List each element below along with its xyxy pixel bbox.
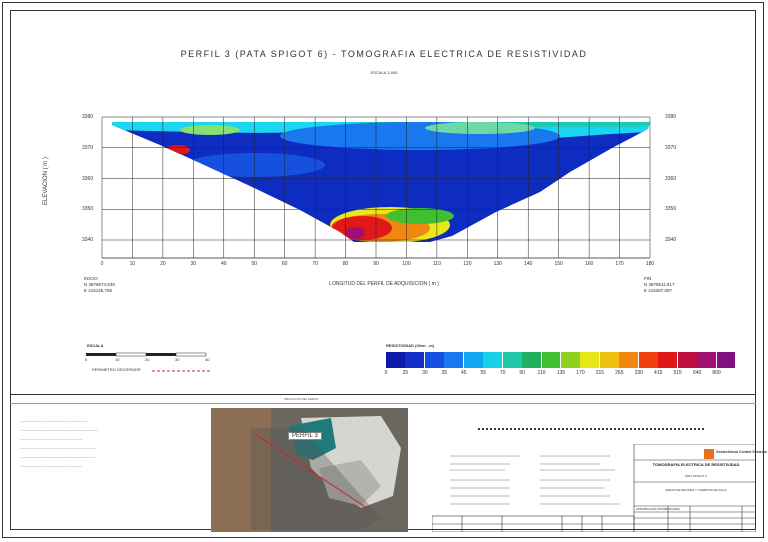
x-tick-label: 70: [312, 261, 318, 267]
colorbar-label: 515: [673, 370, 682, 376]
x-tick-label: 120: [463, 261, 472, 267]
scale-tick-label: 10: [115, 357, 120, 362]
x-tick-label: 30: [190, 261, 197, 267]
y-tick-label: 3370: [82, 144, 94, 151]
profile-label: PERFIL 3: [288, 432, 322, 440]
x-tick-label: 50: [251, 261, 257, 267]
drawing-title: TOMOGRAFIA ELECTRICA DE RESISTIVIDAD: [652, 462, 740, 467]
colorbar-swatch: [677, 352, 698, 368]
x-tick-label: 160: [584, 261, 594, 267]
colorbar-label: 135: [556, 370, 566, 376]
perimeter-legend-label: PERIMETRO GEOSPIDER: [92, 367, 141, 372]
colorbar-swatch: [716, 352, 737, 368]
scale-bar: [86, 352, 207, 357]
x-tick-label: 180: [645, 261, 655, 267]
y-tick-label: 3340: [82, 237, 94, 243]
colorbar-label: 170: [576, 370, 585, 376]
y-tick-label-right: 3360: [665, 175, 677, 182]
light-green-zone: [425, 122, 535, 134]
colorbar-label: 330: [634, 370, 643, 376]
colorbar-label: 30: [422, 370, 428, 376]
colorbar-title: RESISTIVIDAD (Ohm - m): [386, 343, 435, 348]
colorbar-label: 110: [537, 370, 546, 376]
aerial-photo: [211, 408, 408, 532]
scale-tick-label: 30: [175, 357, 180, 362]
company-logo-icon: [704, 449, 714, 459]
colorbar-label: 70: [499, 370, 506, 376]
dotted-reference-line: [478, 428, 706, 430]
scale-tick-label: 20: [145, 357, 150, 362]
colorbar-swatch: [599, 352, 620, 368]
colorbar-label: 25: [402, 370, 409, 376]
colorbar-swatch: [580, 352, 601, 368]
end-coordinates: FIN N 3878511.917 E 216287.097: [644, 276, 674, 294]
scale-title: ESCALA: [87, 343, 104, 348]
colorbar-label: 0: [384, 370, 388, 376]
x-tick-label: 110: [432, 261, 441, 267]
x-tick-label: 90: [373, 261, 379, 267]
y-axis-label: ELEVACION ( m ): [42, 157, 49, 205]
x-tick-label: 140: [524, 261, 533, 267]
colorbar-swatch: [424, 352, 445, 368]
colorbar-swatch: [522, 352, 543, 368]
colorbar-swatch: [697, 352, 718, 368]
colorbar-label: 800: [712, 370, 721, 376]
colorbar-swatch: [638, 352, 659, 368]
x-tick-label: 20: [160, 261, 166, 267]
left-green-zone: [180, 125, 240, 135]
company-name: Geotechnical Control Systems: [716, 450, 767, 454]
x-tick-label: 60: [281, 261, 288, 267]
left-red-spot: [166, 145, 190, 155]
green-band: [386, 208, 454, 224]
y-tick-label-right: 3350: [665, 206, 677, 213]
x-tick-label: 80: [342, 261, 349, 267]
x-tick-label: 170: [615, 261, 624, 267]
colorbar-swatch: [541, 352, 562, 368]
start-coordinates: INICIO N 3878674.939 E 216145.758: [84, 276, 115, 294]
approval-label: APROBACION APROBADORES: [636, 507, 680, 511]
colorbar-swatch: [658, 352, 679, 368]
notes-column: —————————————————————————— —————————————…: [20, 420, 98, 468]
colorbar-swatch: [444, 352, 465, 368]
y-tick-label-right: 3370: [665, 144, 677, 151]
x-tick-label: 10: [129, 261, 136, 267]
colorbar-swatch: [619, 352, 640, 368]
colorbar-swatch: [386, 352, 406, 368]
colorbar-label: 55: [480, 370, 486, 376]
x-tick-label: 150: [554, 261, 563, 267]
x-tick-label: 40: [220, 261, 227, 267]
colorbar-label: 35: [441, 370, 448, 376]
end-east: E 216287.097: [644, 288, 673, 293]
start-east: E 216145.758: [84, 288, 113, 293]
scale-tick-label: 40: [205, 357, 210, 362]
drawing-subtitle: PATA SPIGOT 6: [685, 474, 707, 478]
colorbar-swatch: [483, 352, 504, 368]
y-tick-label: 3360: [82, 175, 94, 182]
x-tick-label: 100: [402, 261, 411, 267]
colorbar-label: 415: [654, 370, 663, 376]
photo-title: UBICACION DEL PERFIL: [284, 397, 319, 401]
colorbar-label: 215: [595, 370, 605, 376]
colorbar-swatch: [405, 352, 426, 368]
scale-tick-label: 0: [85, 357, 88, 362]
colorbar-label: 640: [692, 370, 702, 376]
colorbar-label: 90: [519, 370, 525, 376]
colorbar-swatch: [561, 352, 581, 368]
x-tick-label: 0: [100, 261, 104, 267]
purple-core: [345, 227, 365, 239]
section-divider: [10, 394, 756, 395]
drawing-area: AREAS DE RECREO Y CUERPOS DE AGUA: [665, 488, 727, 492]
blue-band: [185, 153, 325, 177]
colorbar-label: 265: [615, 370, 624, 376]
drawing-sheet: PERFIL 3 (PATA SPIGOT 6) - TOMOGRAFIA EL…: [0, 0, 768, 542]
colorbar-swatch: [502, 352, 523, 368]
y-tick-label-right: 3380: [665, 114, 677, 120]
colorbar-label: 45: [460, 370, 467, 376]
x-tick-label: 130: [493, 261, 502, 267]
y-tick-label: 3350: [82, 206, 94, 213]
colorbar-swatch: [463, 352, 484, 368]
y-tick-label-right: 3340: [665, 237, 677, 243]
y-tick-label: 3380: [82, 114, 94, 120]
